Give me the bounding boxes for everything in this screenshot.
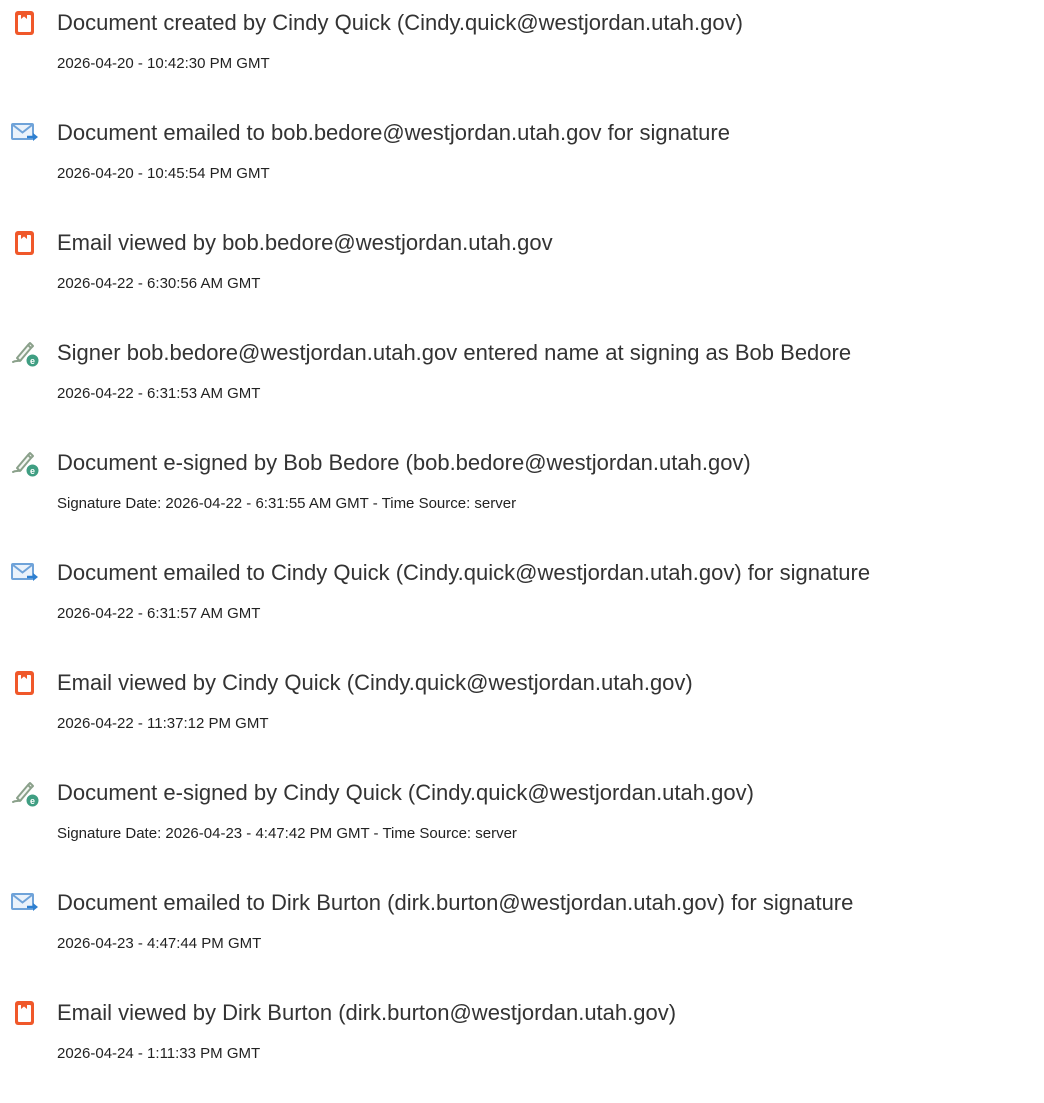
- event-title: Document e-signed by Cindy Quick (Cindy.…: [57, 780, 754, 805]
- document-icon: [10, 668, 40, 698]
- event-timestamp: Signature Date: 2026-04-23 - 4:47:42 PM …: [57, 825, 517, 842]
- event-timestamp: 2026-04-22 - 11:37:12 PM GMT: [57, 715, 269, 732]
- email-icon: [10, 118, 40, 148]
- signature-pen-icon: e: [10, 338, 40, 368]
- event-title: Email viewed by Dirk Burton (dirk.burton…: [57, 1000, 677, 1025]
- svg-text:e: e: [30, 796, 35, 806]
- event-title: Document e-signed by Bob Bedore (bob.bed…: [57, 450, 751, 475]
- event-title: Document created by Cindy Quick (Cindy.q…: [57, 10, 743, 35]
- event-timestamp: 2026-04-22 - 6:30:56 AM GMT: [57, 275, 261, 292]
- audit-event: Document emailed to Dirk Burton (dirk.bu…: [0, 888, 1044, 978]
- email-icon: [10, 888, 40, 918]
- event-timestamp: 2026-04-22 - 6:31:57 AM GMT: [57, 605, 261, 622]
- svg-text:e: e: [30, 466, 35, 476]
- signature-pen-icon: e: [10, 448, 40, 478]
- event-timestamp: 2026-04-20 - 10:45:54 PM GMT: [57, 165, 270, 182]
- event-timestamp: 2026-04-23 - 4:47:44 PM GMT: [57, 935, 262, 952]
- event-title: Signer bob.bedore@westjordan.utah.gov en…: [57, 340, 852, 365]
- audit-event: e Document e-signed by Bob Bedore (bob.b…: [0, 448, 1044, 538]
- audit-event-list: Document created by Cindy Quick (Cindy.q…: [0, 0, 1044, 1103]
- event-timestamp: 2026-04-22 - 6:31:53 AM GMT: [57, 385, 261, 402]
- document-icon: [10, 998, 40, 1028]
- document-icon: [10, 228, 40, 258]
- audit-event: Email viewed by Cindy Quick (Cindy.quick…: [0, 668, 1044, 758]
- signature-pen-icon: e: [10, 778, 40, 808]
- event-timestamp: 2026-04-24 - 1:11:33 PM GMT: [57, 1045, 261, 1062]
- audit-event: Document emailed to bob.bedore@westjorda…: [0, 118, 1044, 208]
- document-icon: [10, 8, 40, 38]
- event-title: Document emailed to Dirk Burton (dirk.bu…: [57, 890, 854, 915]
- event-title: Email viewed by Cindy Quick (Cindy.quick…: [57, 670, 693, 695]
- audit-event: e Signer bob.bedore@westjordan.utah.gov …: [0, 338, 1044, 428]
- email-icon: [10, 558, 40, 588]
- audit-event: Document emailed to Cindy Quick (Cindy.q…: [0, 558, 1044, 648]
- event-timestamp: 2026-04-20 - 10:42:30 PM GMT: [57, 55, 270, 72]
- event-title: Email viewed by bob.bedore@westjordan.ut…: [57, 230, 553, 255]
- event-title: Document emailed to bob.bedore@westjorda…: [57, 120, 730, 145]
- audit-event: Email viewed by Dirk Burton (dirk.burton…: [0, 998, 1044, 1088]
- audit-event: Document created by Cindy Quick (Cindy.q…: [0, 8, 1044, 98]
- audit-event: Email viewed by bob.bedore@westjordan.ut…: [0, 228, 1044, 318]
- event-timestamp: Signature Date: 2026-04-22 - 6:31:55 AM …: [57, 495, 517, 512]
- svg-text:e: e: [30, 356, 35, 366]
- event-title: Document emailed to Cindy Quick (Cindy.q…: [57, 560, 871, 585]
- audit-event: e Document e-signed by Cindy Quick (Cind…: [0, 778, 1044, 868]
